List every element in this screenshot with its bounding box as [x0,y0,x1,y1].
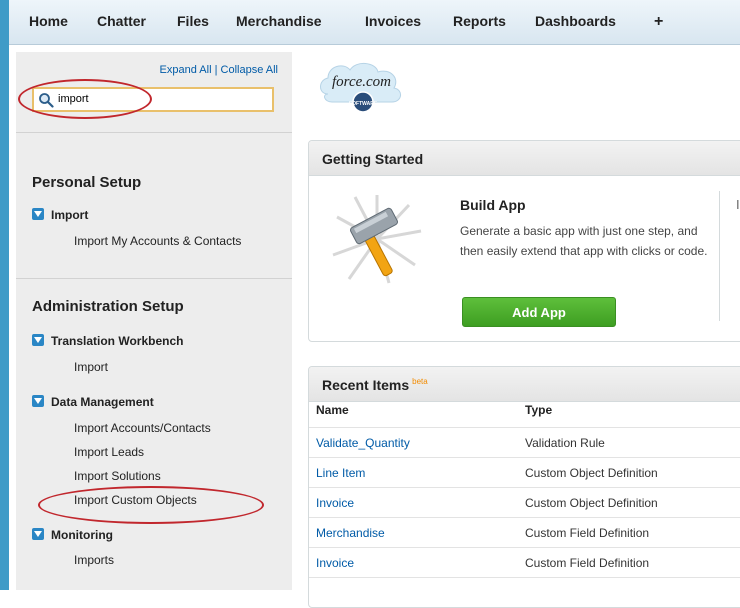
recent-items-title-text: Recent Items [322,377,410,393]
table-row: Line Item Custom Object Definition [309,457,740,488]
tab-home[interactable]: Home [29,13,68,29]
logo-badge-text: SOFTWARE [349,101,378,107]
table-row: Validate_Quantity Validation Rule [309,427,740,458]
administration-setup-heading: Administration Setup [32,298,184,315]
collapse-toggle-icon[interactable] [32,334,44,346]
record-type: Custom Field Definition [525,556,650,570]
sidebar-item-translation-import[interactable]: Import [74,360,108,374]
beta-badge: beta [412,377,428,386]
sidebar-item-import-accounts-contacts[interactable]: Import Accounts/Contacts [74,421,211,435]
hammer-icon [332,195,422,284]
record-name-link[interactable]: Merchandise [316,526,385,540]
table-row: Invoice Custom Object Definition [309,487,740,518]
force-com-logo: force.com SOFTWARE [320,63,401,113]
personal-setup-heading: Personal Setup [32,174,142,191]
table-row [309,577,740,607]
section-label: Import [51,208,89,222]
table-row: Invoice Custom Field Definition [309,547,740,578]
record-type: Custom Object Definition [525,466,658,480]
recent-items-panel: Recent Items beta Name Type Validate_Quan… [308,366,740,608]
card-divider [719,191,720,321]
getting-started-panel: Getting Started Build App Generate a bas… [308,140,740,342]
highlight-oval-custom-objects [38,486,264,524]
collapse-all-link[interactable]: Collapse All [221,64,278,76]
section-translation-workbench[interactable]: Translation Workbench [32,334,183,348]
section-label: Translation Workbench [51,334,184,348]
record-type: Validation Rule [525,436,605,450]
sidebar-divider [16,132,292,133]
tab-invoices[interactable]: Invoices [365,13,421,29]
record-name-link[interactable]: Line Item [316,466,365,480]
next-card-partial: I [736,197,740,212]
add-tab-icon[interactable]: + [654,13,663,31]
section-label: Data Management [51,395,154,409]
getting-started-title: Getting Started [322,151,424,167]
build-app-description: Generate a basic app with just one step,… [460,224,708,258]
add-app-button[interactable]: Add App [462,297,616,327]
getting-started-header: Getting Started [309,141,740,176]
tab-dashboards[interactable]: Dashboards [535,13,616,29]
tab-reports[interactable]: Reports [453,13,506,29]
left-accent-bar [0,0,9,590]
build-app-title: Build App [460,197,526,213]
section-data-management[interactable]: Data Management [32,395,154,409]
section-label: Monitoring [51,528,113,542]
record-type: Custom Field Definition [525,526,650,540]
tab-merchandise[interactable]: Merchandise [236,13,322,29]
table-row: Merchandise Custom Field Definition [309,517,740,548]
recent-items-header: Recent Items beta [309,367,740,402]
record-type: Custom Object Definition [525,496,658,510]
tab-chatter[interactable]: Chatter [97,13,146,29]
section-monitoring[interactable]: Monitoring [32,528,113,542]
sidebar-item-import-leads[interactable]: Import Leads [74,445,144,459]
collapse-toggle-icon[interactable] [32,528,44,540]
collapse-toggle-icon[interactable] [32,208,44,220]
expand-collapse-links: Expand All | Collapse All [160,64,278,76]
sidebar-item-import-solutions[interactable]: Import Solutions [74,469,161,483]
record-name-link[interactable]: Validate_Quantity [316,436,410,450]
tab-files[interactable]: Files [177,13,209,29]
sidebar-divider [16,278,292,279]
collapse-toggle-icon[interactable] [32,395,44,407]
sidebar-item-imports[interactable]: Imports [74,553,114,567]
expand-all-link[interactable]: Expand All [160,64,212,76]
highlight-oval-search [18,79,152,119]
record-name-link[interactable]: Invoice [316,556,354,570]
column-header-type[interactable]: Type [525,403,552,417]
record-name-link[interactable]: Invoice [316,496,354,510]
sidebar-item-import-my-accounts-contacts[interactable]: Import My Accounts & Contacts [74,234,241,248]
logo-text: force.com [332,74,391,90]
column-header-name[interactable]: Name [316,403,349,417]
setup-sidebar: Expand All | Collapse All import Persona… [16,52,292,590]
tab-bar: Home Chatter Files Merchandise Invoices … [9,0,740,45]
link-separator: | [211,64,221,76]
section-import[interactable]: Import [32,208,88,222]
recent-items-title: Recent Items beta [322,377,428,393]
